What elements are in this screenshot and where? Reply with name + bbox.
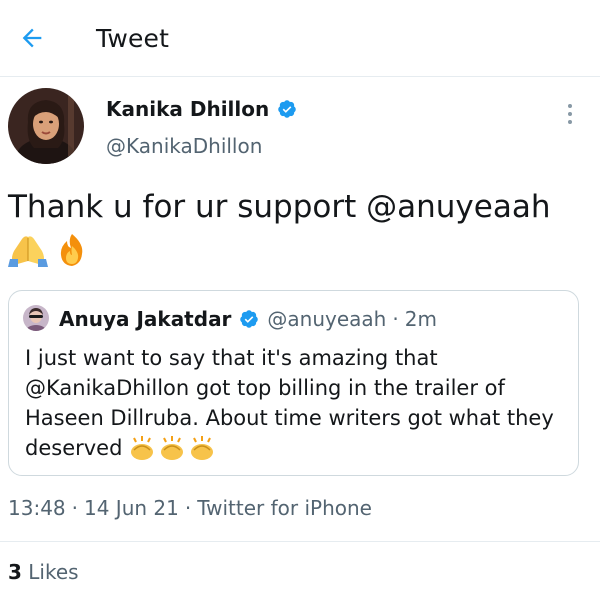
tweet-time[interactable]: 13:48 bbox=[8, 496, 66, 520]
quoted-separator: · bbox=[392, 307, 399, 331]
mention-link[interactable]: @anuyeaah bbox=[366, 189, 550, 225]
tweet-date[interactable]: 14 Jun 21 bbox=[84, 496, 179, 520]
more-options-button[interactable] bbox=[558, 102, 582, 126]
folded-hands-icon bbox=[8, 236, 48, 267]
verified-badge-icon bbox=[240, 310, 259, 328]
tweet-source[interactable]: Twitter for iPhone bbox=[197, 496, 372, 520]
quoted-avatar[interactable] bbox=[23, 305, 49, 331]
page-title: Tweet bbox=[96, 24, 170, 53]
back-button[interactable] bbox=[14, 20, 50, 56]
likes-label: Likes bbox=[28, 560, 79, 584]
quoted-time: 2m bbox=[404, 307, 437, 331]
author-handle[interactable]: @KanikaDhillon bbox=[106, 134, 262, 158]
likes-count[interactable]: 3 Likes bbox=[8, 560, 79, 584]
likes-number: 3 bbox=[8, 560, 22, 584]
quoted-text: I just want to say that it's amazing tha… bbox=[25, 343, 570, 463]
avatar[interactable] bbox=[8, 88, 84, 164]
meta-separator: · bbox=[71, 496, 78, 520]
meta-separator: · bbox=[184, 496, 192, 520]
tweet-text-body: Thank u for ur support bbox=[8, 189, 367, 225]
quoted-handle: @anuyeaah bbox=[267, 307, 387, 331]
arrow-left-icon bbox=[22, 28, 42, 48]
quoted-author[interactable]: Anuya Jakatdar @anuyeaah · 2m bbox=[59, 307, 437, 331]
divider bbox=[0, 541, 600, 542]
author-name-text: Kanika Dhillon bbox=[106, 97, 270, 121]
clap-emojis bbox=[128, 436, 216, 462]
author-name[interactable]: Kanika Dhillon bbox=[106, 97, 297, 121]
quoted-tweet-card[interactable]: Anuya Jakatdar @anuyeaah · 2m I just wan… bbox=[8, 290, 579, 476]
tweet-emojis bbox=[8, 232, 90, 268]
tweet-metadata: 13:48 · 14 Jun 21 · Twitter for iPhone bbox=[8, 496, 372, 520]
tweet-page: Tweet Kanika Dhillon @KanikaDhillon Than… bbox=[0, 0, 600, 600]
fire-icon bbox=[60, 234, 83, 266]
clapping-hands-icon bbox=[131, 436, 154, 460]
more-vertical-icon bbox=[568, 104, 572, 124]
clapping-hands-icon bbox=[161, 436, 184, 460]
quoted-author-name: Anuya Jakatdar bbox=[59, 307, 232, 331]
clapping-hands-icon bbox=[191, 436, 214, 460]
tweet-text: Thank u for ur support @anuyeaah bbox=[8, 188, 593, 226]
quoted-text-body: I just want to say that it's amazing tha… bbox=[25, 346, 554, 460]
verified-badge-icon bbox=[278, 100, 296, 118]
top-bar: Tweet bbox=[0, 0, 600, 77]
